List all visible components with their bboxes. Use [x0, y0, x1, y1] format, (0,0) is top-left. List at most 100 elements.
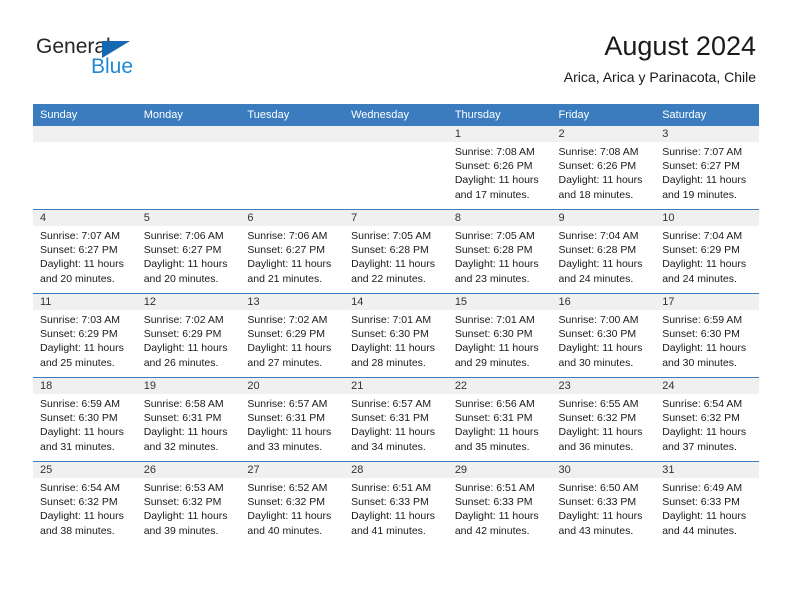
- calendar-day-cell[interactable]: 11 Sunrise: 7:03 AM Sunset: 6:29 PM Dayligh…: [33, 293, 137, 378]
- sunset-text: Sunset: 6:33 PM: [351, 496, 429, 509]
- day-details: Sunrise: 7:07 AM Sunset: 6:27 PM Daylight:…: [33, 226, 137, 286]
- sunset-text: Sunset: 6:31 PM: [143, 412, 222, 425]
- calendar-day-cell[interactable]: 24 Sunrise: 6:54 AM Sunset: 6:32 PM Dayligh…: [655, 377, 759, 462]
- calendar-day-cell[interactable]: 28 Sunrise: 6:51 AM Sunset: 6:33 PM Dayligh…: [344, 461, 448, 545]
- calendar-day-cell[interactable]: 6 Sunrise: 7:06 AM Sunset: 6:27 PM Daylight…: [240, 209, 345, 294]
- day-details: Sunrise: 6:57 AM Sunset: 6:31 PM Daylight:…: [344, 394, 448, 454]
- day-number: 5: [136, 210, 241, 226]
- calendar-week-row: 18 Sunrise: 6:59 AM Sunset: 6:30 PM Dayligh…: [33, 377, 759, 462]
- sunset-text: Sunset: 6:28 PM: [558, 244, 637, 257]
- calendar-day-cell[interactable]: 13 Sunrise: 7:02 AM Sunset: 6:29 PM Dayligh…: [240, 293, 345, 378]
- sunset-text: Sunset: 6:31 PM: [351, 412, 429, 425]
- day-number: 1: [447, 126, 552, 142]
- calendar-cell-inner: 4 Sunrise: 7:07 AM Sunset: 6:27 PM Daylight…: [33, 210, 137, 293]
- sunrise-text: Sunrise: 6:55 AM: [558, 398, 639, 410]
- daylight-text-line1: Daylight: 11 hours: [351, 342, 435, 355]
- daylight-text-line1: Daylight: 11 hours: [247, 258, 332, 271]
- daylight-text-line1: Daylight: 11 hours: [247, 510, 332, 523]
- daylight-text-line1: Daylight: 11 hours: [351, 510, 435, 523]
- calendar-cell-inner: [136, 126, 241, 209]
- sunset-text: Sunset: 6:27 PM: [247, 244, 326, 257]
- day-number: 31: [655, 462, 759, 478]
- day-number: [33, 126, 137, 142]
- calendar-day-cell[interactable]: 23 Sunrise: 6:55 AM Sunset: 6:32 PM Dayligh…: [551, 377, 656, 462]
- calendar-day-cell[interactable]: 5 Sunrise: 7:06 AM Sunset: 6:27 PM Daylight…: [136, 209, 241, 294]
- weekday-header-sunday: Sunday: [33, 104, 137, 126]
- calendar-day-cell[interactable]: 31 Sunrise: 6:49 AM Sunset: 6:33 PM Dayligh…: [655, 461, 759, 545]
- calendar-day-cell[interactable]: 8 Sunrise: 7:05 AM Sunset: 6:28 PM Daylight…: [447, 209, 552, 294]
- calendar-day-cell[interactable]: 15 Sunrise: 7:01 AM Sunset: 6:30 PM Dayligh…: [447, 293, 552, 378]
- calendar-day-cell[interactable]: 18 Sunrise: 6:59 AM Sunset: 6:30 PM Dayligh…: [33, 377, 137, 462]
- calendar-day-cell[interactable]: 27 Sunrise: 6:52 AM Sunset: 6:32 PM Dayligh…: [240, 461, 345, 545]
- sunset-text: Sunset: 6:26 PM: [558, 160, 637, 173]
- daylight-text-line1: Daylight: 11 hours: [40, 342, 124, 355]
- sunset-text: Sunset: 6:29 PM: [662, 244, 740, 257]
- daylight-text-line1: Daylight: 11 hours: [40, 258, 124, 271]
- daylight-text-line1: Daylight: 11 hours: [662, 342, 747, 355]
- brand-logo[interactable]: General Blue: [36, 36, 216, 84]
- sunrise-text: Sunrise: 6:59 AM: [662, 314, 743, 326]
- daylight-text-line1: Daylight: 11 hours: [662, 258, 747, 271]
- sunset-text: Sunset: 6:33 PM: [662, 496, 740, 509]
- calendar-cell-inner: 24 Sunrise: 6:54 AM Sunset: 6:32 PM Dayligh…: [655, 378, 759, 461]
- daylight-text-line1: Daylight: 11 hours: [662, 174, 747, 187]
- weekday-header-saturday: Saturday: [655, 104, 759, 126]
- calendar-day-cell[interactable]: 30 Sunrise: 6:50 AM Sunset: 6:33 PM Dayligh…: [551, 461, 656, 545]
- sunrise-text: Sunrise: 7:06 AM: [247, 230, 328, 242]
- day-details: Sunrise: 7:04 AM Sunset: 6:29 PM Daylight:…: [655, 226, 759, 286]
- sunset-text: Sunset: 6:29 PM: [247, 328, 326, 341]
- day-number: 30: [551, 462, 656, 478]
- calendar-day-cell[interactable]: 17 Sunrise: 6:59 AM Sunset: 6:30 PM Dayligh…: [655, 293, 759, 378]
- calendar-day-cell[interactable]: 26 Sunrise: 6:53 AM Sunset: 6:32 PM Dayligh…: [136, 461, 241, 545]
- calendar-cell-inner: 19 Sunrise: 6:58 AM Sunset: 6:31 PM Dayligh…: [136, 378, 241, 461]
- calendar-day-cell[interactable]: 7 Sunrise: 7:05 AM Sunset: 6:28 PM Daylight…: [344, 209, 448, 294]
- calendar-day-cell[interactable]: 29 Sunrise: 6:51 AM Sunset: 6:33 PM Dayligh…: [447, 461, 552, 545]
- calendar-week-row: 11 Sunrise: 7:03 AM Sunset: 6:29 PM Dayligh…: [33, 293, 759, 378]
- calendar-week-row: 1 Sunrise: 7:08 AM Sunset: 6:26 PM Daylight…: [33, 126, 759, 210]
- calendar-cell-inner: 15 Sunrise: 7:01 AM Sunset: 6:30 PM Dayligh…: [447, 294, 552, 377]
- calendar-day-cell[interactable]: 4 Sunrise: 7:07 AM Sunset: 6:27 PM Daylight…: [33, 209, 137, 294]
- daylight-text-line2: and 20 minutes.: [143, 272, 219, 285]
- sunrise-text: Sunrise: 6:49 AM: [662, 482, 743, 494]
- calendar-day-cell[interactable]: 22 Sunrise: 6:56 AM Sunset: 6:31 PM Dayligh…: [447, 377, 552, 462]
- calendar-day-cell[interactable]: 12 Sunrise: 7:02 AM Sunset: 6:29 PM Dayligh…: [136, 293, 241, 378]
- sunrise-text: Sunrise: 7:07 AM: [40, 230, 120, 242]
- day-number: 29: [447, 462, 552, 478]
- day-number: 10: [655, 210, 759, 226]
- sunrise-text: Sunrise: 6:52 AM: [247, 482, 328, 494]
- daylight-text-line1: Daylight: 11 hours: [143, 426, 228, 439]
- page-title: August 2024: [604, 31, 756, 61]
- day-number: 17: [655, 294, 759, 310]
- day-number: 4: [33, 210, 137, 226]
- daylight-text-line1: Daylight: 11 hours: [454, 258, 539, 271]
- sunrise-text: Sunrise: 6:57 AM: [247, 398, 328, 410]
- calendar-cell-inner: 16 Sunrise: 7:00 AM Sunset: 6:30 PM Dayligh…: [551, 294, 656, 377]
- daylight-text-line1: Daylight: 11 hours: [143, 510, 228, 523]
- calendar-day-cell[interactable]: 19 Sunrise: 6:58 AM Sunset: 6:31 PM Dayligh…: [136, 377, 241, 462]
- sunrise-text: Sunrise: 6:51 AM: [454, 482, 535, 494]
- sunrise-text: Sunrise: 7:07 AM: [662, 146, 743, 158]
- calendar-day-cell[interactable]: 2 Sunrise: 7:08 AM Sunset: 6:26 PM Daylight…: [551, 126, 656, 210]
- calendar-cell-inner: 23 Sunrise: 6:55 AM Sunset: 6:32 PM Dayligh…: [551, 378, 656, 461]
- sunset-text: Sunset: 6:33 PM: [558, 496, 637, 509]
- calendar-day-cell[interactable]: 9 Sunrise: 7:04 AM Sunset: 6:28 PM Daylight…: [551, 209, 656, 294]
- calendar-day-cell[interactable]: 21 Sunrise: 6:57 AM Sunset: 6:31 PM Dayligh…: [344, 377, 448, 462]
- calendar-day-cell[interactable]: 16 Sunrise: 7:00 AM Sunset: 6:30 PM Dayligh…: [551, 293, 656, 378]
- daylight-text-line1: Daylight: 11 hours: [454, 342, 539, 355]
- calendar-day-cell[interactable]: 10 Sunrise: 7:04 AM Sunset: 6:29 PM Dayligh…: [655, 209, 759, 294]
- calendar-day-cell[interactable]: 20 Sunrise: 6:57 AM Sunset: 6:31 PM Dayligh…: [240, 377, 345, 462]
- calendar-day-cell[interactable]: 3 Sunrise: 7:07 AM Sunset: 6:27 PM Daylight…: [655, 126, 759, 210]
- daylight-text-line2: and 43 minutes.: [558, 524, 634, 537]
- calendar-day-cell[interactable]: 25 Sunrise: 6:54 AM Sunset: 6:32 PM Dayligh…: [33, 461, 137, 545]
- day-details: Sunrise: 6:51 AM Sunset: 6:33 PM Daylight:…: [448, 478, 552, 538]
- calendar-day-cell[interactable]: 1 Sunrise: 7:08 AM Sunset: 6:26 PM Daylight…: [447, 126, 552, 210]
- sunrise-text: Sunrise: 7:05 AM: [454, 230, 535, 242]
- sunset-text: Sunset: 6:33 PM: [454, 496, 533, 509]
- calendar-day-cell[interactable]: 14 Sunrise: 7:01 AM Sunset: 6:30 PM Dayligh…: [344, 293, 448, 378]
- sunrise-text: Sunrise: 6:54 AM: [40, 482, 120, 494]
- sunset-text: Sunset: 6:30 PM: [662, 328, 740, 341]
- day-number: 26: [136, 462, 241, 478]
- calendar-cell-inner: [33, 126, 137, 209]
- daylight-text-line1: Daylight: 11 hours: [558, 258, 643, 271]
- day-number: [136, 126, 241, 142]
